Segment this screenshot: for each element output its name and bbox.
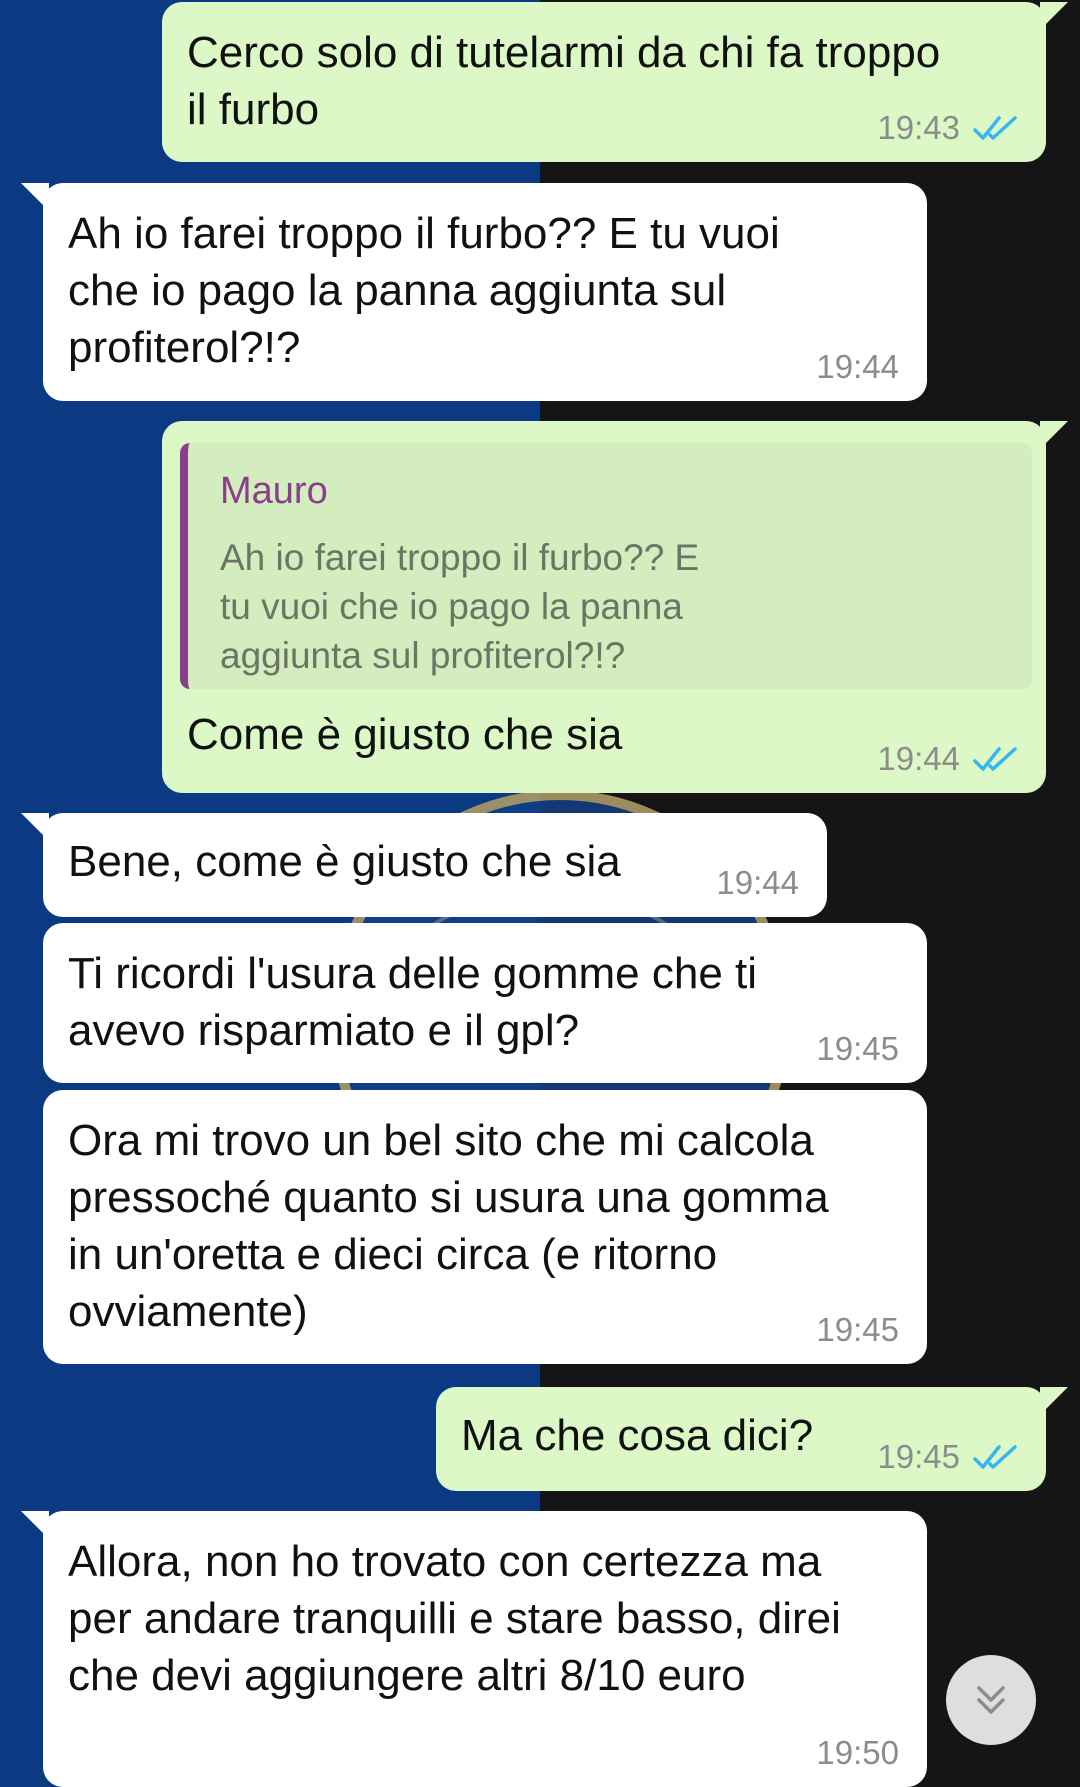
message-time: 19:50 bbox=[816, 1734, 899, 1771]
message-bubble-outgoing[interactable]: Ma che cosa dici? 19:45 bbox=[436, 1387, 1068, 1491]
message-time: 19:44 bbox=[816, 348, 899, 385]
double-check-read-icon bbox=[973, 116, 1017, 140]
message-text: Ah io farei troppo il furbo?? E tu vuoi … bbox=[68, 209, 780, 372]
message-text: Allora, non ho trovato con certezza ma p… bbox=[68, 1537, 841, 1700]
message-bubble-outgoing[interactable]: Cerco solo di tutelarmi da chi fa troppo… bbox=[162, 2, 1068, 162]
message-time: 19:43 bbox=[877, 109, 960, 146]
message-bubble-incoming[interactable]: Bene, come è giusto che sia 19:44 bbox=[21, 813, 827, 917]
message-text: Ora mi trovo un bel sito che mi calcola … bbox=[68, 1116, 829, 1336]
message-time: 19:44 bbox=[716, 864, 799, 901]
message-text: Ti ricordi l'usura delle gomme che ti av… bbox=[68, 949, 758, 1055]
message-meta: 19:44 bbox=[816, 349, 899, 385]
message-meta: 19:43 bbox=[877, 110, 1018, 146]
quoted-message-author: Mauro bbox=[220, 470, 328, 512]
message-meta: 19:45 bbox=[816, 1031, 899, 1067]
message-time: 19:45 bbox=[816, 1030, 899, 1067]
message-bubble-incoming[interactable]: Ti ricordi l'usura delle gomme che ti av… bbox=[43, 923, 927, 1083]
message-bubble-incoming[interactable]: Ah io farei troppo il furbo?? E tu vuoi … bbox=[21, 183, 927, 401]
message-time: 19:44 bbox=[877, 740, 960, 777]
double-chevron-down-icon bbox=[977, 1686, 1005, 1714]
message-meta: 19:50 bbox=[816, 1735, 899, 1771]
quoted-message-text: Ah io farei troppo il furbo?? E tu vuoi … bbox=[220, 537, 700, 676]
quoted-message[interactable]: Mauro Ah io farei troppo il furbo?? E tu… bbox=[180, 443, 1032, 689]
double-check-read-icon bbox=[973, 747, 1017, 771]
message-bubble-incoming[interactable]: Allora, non ho trovato con certezza ma p… bbox=[21, 1511, 927, 1787]
scroll-to-bottom-button[interactable] bbox=[946, 1655, 1036, 1745]
message-text: Bene, come è giusto che sia bbox=[68, 837, 621, 886]
message-text: Ma che cosa dici? bbox=[461, 1411, 814, 1460]
message-meta: 19:44 bbox=[877, 741, 1018, 777]
message-time: 19:45 bbox=[816, 1311, 899, 1348]
message-time: 19:45 bbox=[877, 1438, 960, 1475]
message-bubble-incoming[interactable]: Ora mi trovo un bel sito che mi calcola … bbox=[43, 1090, 927, 1364]
message-bubble-outgoing-reply[interactable]: Mauro Ah io farei troppo il furbo?? E tu… bbox=[162, 421, 1068, 793]
message-text: Cerco solo di tutelarmi da chi fa troppo… bbox=[187, 28, 941, 134]
double-check-read-icon bbox=[973, 1445, 1017, 1469]
message-meta: 19:44 bbox=[716, 865, 799, 901]
message-meta: 19:45 bbox=[877, 1439, 1018, 1475]
message-meta: 19:45 bbox=[816, 1312, 899, 1348]
message-text: Come è giusto che sia bbox=[187, 710, 623, 759]
